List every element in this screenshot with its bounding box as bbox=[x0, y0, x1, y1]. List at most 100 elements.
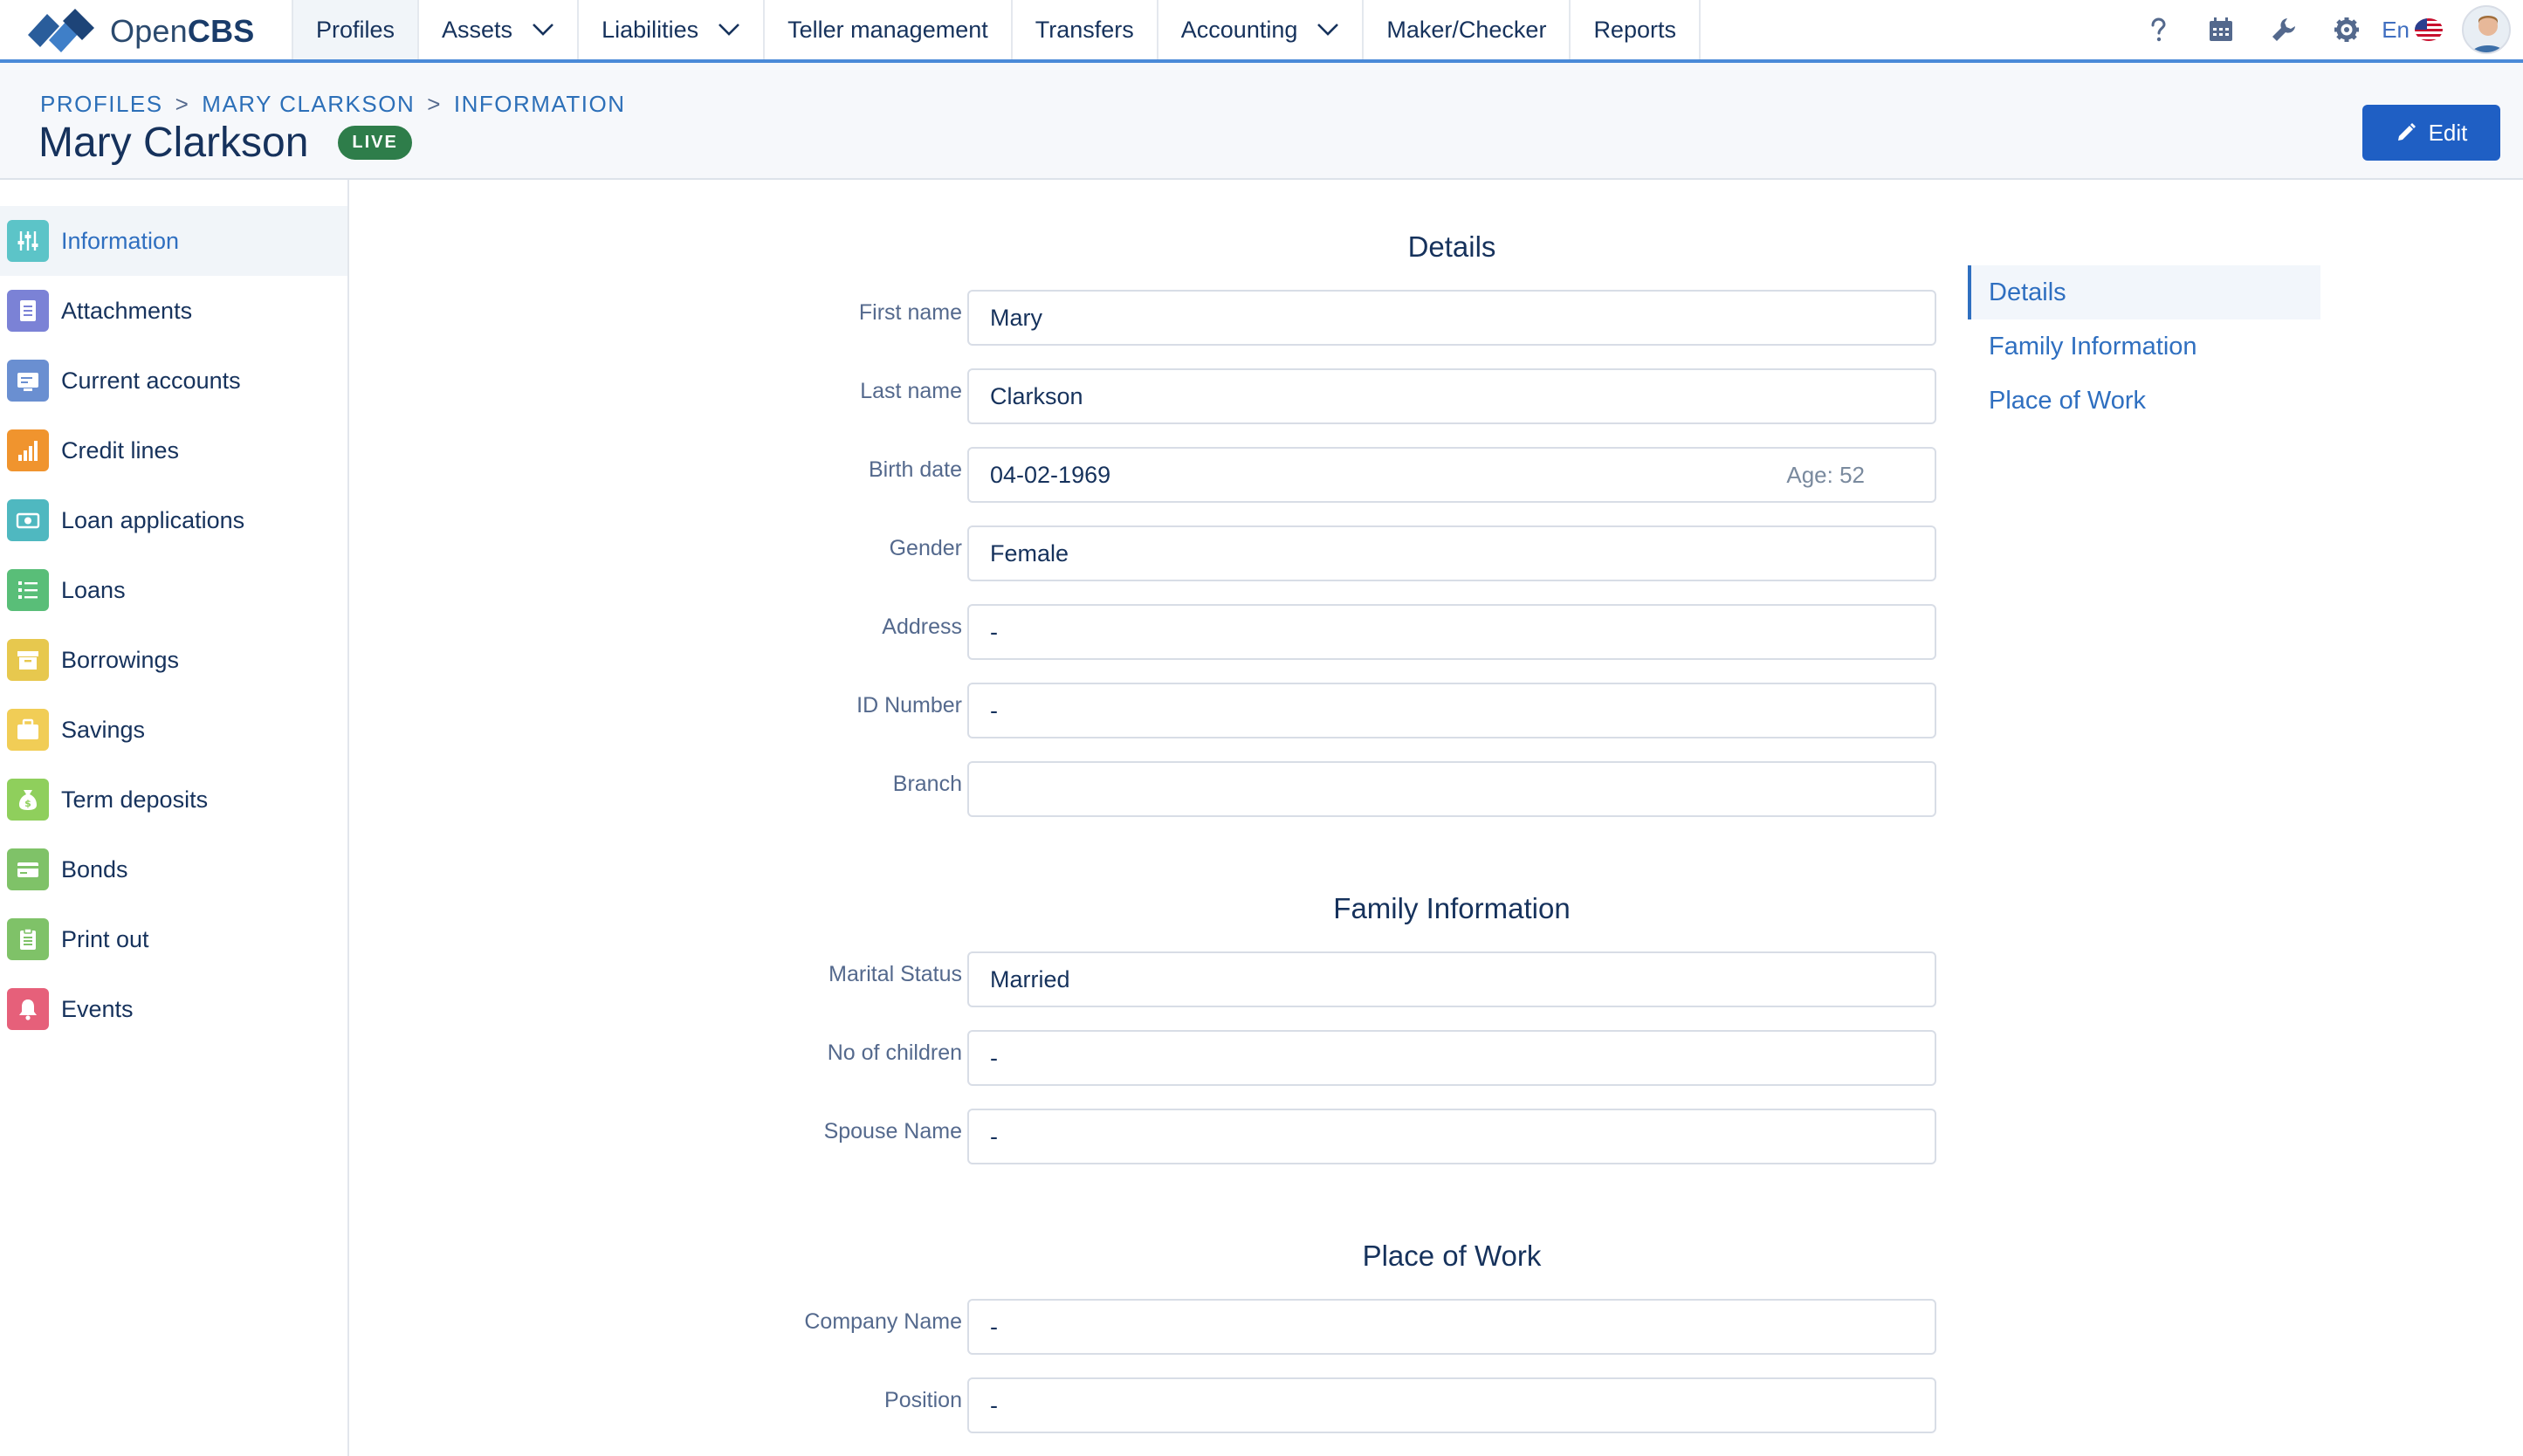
marital-status-field[interactable]: Married bbox=[967, 951, 1936, 1007]
breadcrumb-separator: > bbox=[427, 91, 442, 117]
briefcase-icon bbox=[7, 709, 49, 751]
sidebar-item-events[interactable]: Events bbox=[0, 974, 347, 1044]
edit-button[interactable]: Edit bbox=[2362, 105, 2500, 161]
bar-chart-icon bbox=[7, 429, 49, 471]
calendar-icon[interactable] bbox=[2190, 0, 2252, 59]
us-flag-icon bbox=[2415, 18, 2443, 41]
sidebar-item-label: Term deposits bbox=[61, 786, 209, 813]
section-title-place-of-work: Place of Work bbox=[1362, 1240, 1542, 1272]
company-name-value: - bbox=[990, 1313, 998, 1340]
edit-button-label: Edit bbox=[2428, 119, 2468, 146]
logo-text: OpenCBS bbox=[110, 13, 255, 49]
no-of-children-value: - bbox=[990, 1044, 998, 1071]
pencil-icon bbox=[2397, 123, 2416, 141]
age-hint: Age: 52 bbox=[1786, 461, 1865, 488]
sidebar-item-bonds[interactable]: Bonds bbox=[0, 834, 347, 904]
address-field[interactable]: - bbox=[967, 604, 1936, 660]
sidebar-item-current-accounts[interactable]: Current accounts bbox=[0, 346, 347, 416]
page-header: PROFILES > MARY CLARKSON > INFORMATION M… bbox=[0, 63, 2523, 180]
sidebar-item-label: Information bbox=[61, 227, 180, 254]
first-name-value: Mary bbox=[990, 304, 1042, 331]
birth-date-field[interactable]: 04-02-1969 Age: 52 bbox=[967, 447, 1936, 503]
opencbs-logo[interactable]: OpenCBS bbox=[24, 7, 254, 56]
user-avatar[interactable] bbox=[2462, 5, 2511, 54]
bell-icon bbox=[7, 988, 49, 1030]
spouse-name-field[interactable]: - bbox=[967, 1109, 1936, 1164]
section-title-details: Details bbox=[1407, 230, 1496, 263]
nav-label: Accounting bbox=[1180, 16, 1298, 43]
id-number-field[interactable]: - bbox=[967, 683, 1936, 738]
breadcrumb-separator: > bbox=[175, 91, 190, 117]
nav-transfers[interactable]: Transfers bbox=[1010, 0, 1157, 59]
sidebar-item-loans[interactable]: Loans bbox=[0, 555, 347, 625]
nav-profiles[interactable]: Profiles bbox=[292, 0, 418, 59]
position-label: Position bbox=[884, 1388, 962, 1412]
position-value: - bbox=[990, 1391, 998, 1418]
anchor-family-information[interactable]: Family Information bbox=[1968, 319, 2320, 374]
last-name-field[interactable]: Clarkson bbox=[967, 368, 1936, 424]
anchor-details[interactable]: Details bbox=[1968, 265, 2320, 319]
sidebar-item-attachments[interactable]: Attachments bbox=[0, 276, 347, 346]
company-name-label: Company Name bbox=[804, 1309, 962, 1334]
chevron-down-icon bbox=[1316, 23, 1339, 37]
section-title-family-information: Family Information bbox=[1333, 892, 1571, 924]
sidebar-item-borrowings[interactable]: Borrowings bbox=[0, 625, 347, 695]
nav-reports[interactable]: Reports bbox=[1569, 0, 1701, 59]
nav-label: Liabilities bbox=[602, 16, 699, 43]
no-of-children-label: No of children bbox=[827, 1040, 962, 1065]
sidebar-item-print-out[interactable]: Print out bbox=[0, 904, 347, 974]
svg-text:$: $ bbox=[24, 798, 31, 809]
marital-status-value: Married bbox=[990, 965, 1070, 992]
section-anchor-nav: Details Family Information Place of Work bbox=[1968, 265, 2320, 428]
gear-icon[interactable] bbox=[2315, 0, 2378, 59]
nav-accounting[interactable]: Accounting bbox=[1156, 0, 1363, 59]
breadcrumb-mary-clarkson[interactable]: MARY CLARKSON bbox=[202, 91, 415, 118]
branch-label: Branch bbox=[892, 772, 962, 796]
sidebar-list: Information Attachments Current accounts… bbox=[0, 206, 347, 1044]
sidebar-item-savings[interactable]: Savings bbox=[0, 695, 347, 765]
breadcrumb: PROFILES > MARY CLARKSON > INFORMATION bbox=[40, 91, 625, 118]
birth-date-value: 04-02-1969 bbox=[990, 461, 1111, 488]
position-field[interactable]: - bbox=[967, 1377, 1936, 1433]
card-icon bbox=[7, 360, 49, 402]
company-name-field[interactable]: - bbox=[967, 1299, 1936, 1355]
logo-mark-icon bbox=[28, 9, 94, 52]
nav-label: Profiles bbox=[316, 16, 395, 43]
money-bag-icon: $ bbox=[7, 779, 49, 821]
sidebar-item-label: Events bbox=[61, 995, 134, 1022]
nav-assets[interactable]: Assets bbox=[417, 0, 577, 59]
wrench-icon[interactable] bbox=[2252, 0, 2315, 59]
nav-teller-management[interactable]: Teller management bbox=[763, 0, 1011, 59]
sidebar: Information Attachments Current accounts… bbox=[0, 180, 349, 1456]
sidebar-item-label: Print out bbox=[61, 925, 149, 952]
sidebar-item-label: Savings bbox=[61, 716, 146, 743]
branch-field[interactable] bbox=[967, 761, 1936, 817]
anchor-place-of-work[interactable]: Place of Work bbox=[1968, 374, 2320, 428]
sidebar-item-label: Current accounts bbox=[61, 367, 241, 394]
sidebar-item-label: Borrowings bbox=[61, 646, 180, 673]
help-icon[interactable] bbox=[2127, 0, 2190, 59]
address-value: - bbox=[990, 618, 998, 645]
clipboard-icon bbox=[7, 918, 49, 960]
birth-date-label: Birth date bbox=[868, 457, 962, 482]
breadcrumb-information: INFORMATION bbox=[453, 91, 626, 117]
no-of-children-field[interactable]: - bbox=[967, 1030, 1936, 1086]
title-row: Mary Clarkson LIVE bbox=[38, 119, 412, 167]
sidebar-item-loan-applications[interactable]: Loan applications bbox=[0, 485, 347, 555]
nav-label: Maker/Checker bbox=[1386, 16, 1547, 43]
sidebar-item-information[interactable]: Information bbox=[0, 206, 347, 276]
breadcrumb-profiles[interactable]: PROFILES bbox=[40, 91, 163, 118]
gender-field[interactable]: Female bbox=[967, 525, 1936, 581]
checklist-icon bbox=[7, 569, 49, 611]
nav-liabilities[interactable]: Liabilities bbox=[577, 0, 763, 59]
sidebar-item-term-deposits[interactable]: $ Term deposits bbox=[0, 765, 347, 834]
nav-label: Assets bbox=[442, 16, 513, 43]
language-selector[interactable]: En bbox=[2382, 17, 2443, 44]
main-nav: Profiles Assets Liabilities Teller manag… bbox=[292, 0, 1701, 59]
nav-maker-checker[interactable]: Maker/Checker bbox=[1362, 0, 1569, 59]
sidebar-item-credit-lines[interactable]: Credit lines bbox=[0, 416, 347, 485]
page-title: Mary Clarkson bbox=[38, 120, 309, 166]
first-name-field[interactable]: Mary bbox=[967, 290, 1936, 346]
sidebar-item-label: Attachments bbox=[61, 297, 193, 324]
nav-label: Teller management bbox=[787, 16, 988, 43]
